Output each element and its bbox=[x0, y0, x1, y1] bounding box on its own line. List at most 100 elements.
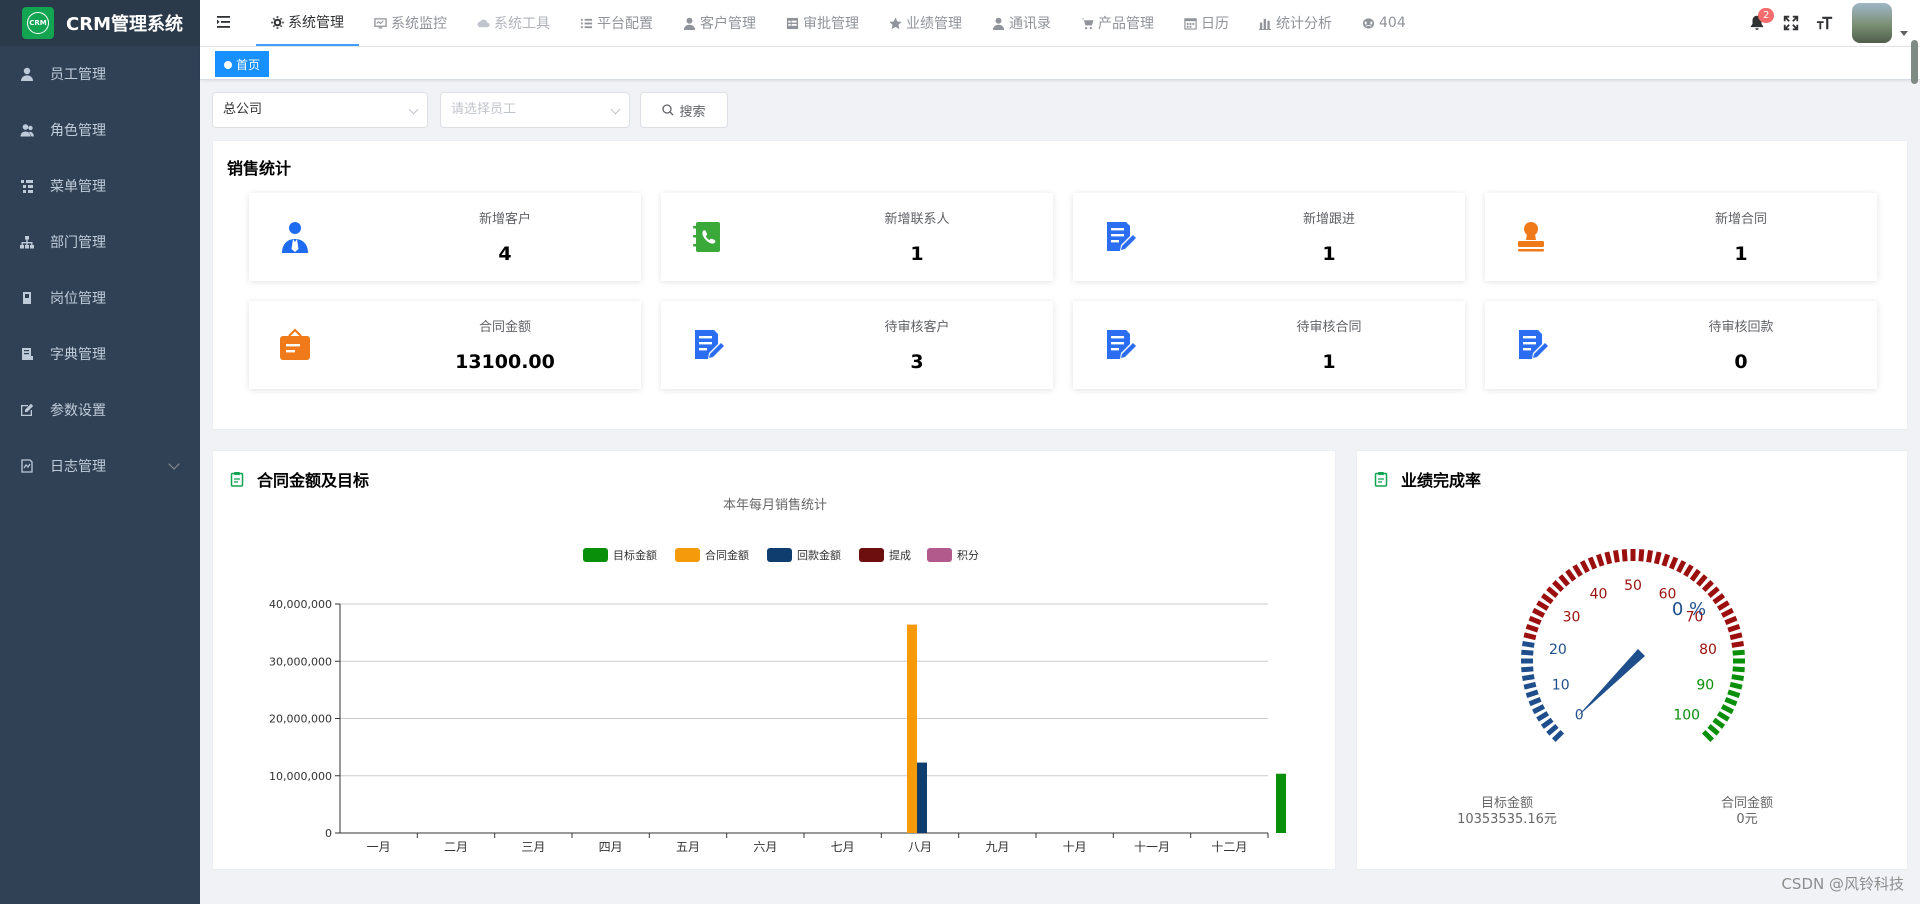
sidebar-item-2[interactable]: 菜单管理 bbox=[0, 158, 200, 214]
search-button[interactable]: 搜索 bbox=[640, 92, 728, 128]
top-tab-label: 404 bbox=[1379, 15, 1406, 31]
x-tick-label: 八月 bbox=[908, 840, 932, 854]
stat-card: 新增跟进 1 bbox=[1073, 193, 1465, 281]
gauge-tick-label: 30 bbox=[1563, 609, 1581, 625]
sidebar-item-label: 字典管理 bbox=[50, 347, 106, 363]
top-tab-label: 产品管理 bbox=[1098, 16, 1154, 32]
top-tab-3[interactable]: 平台配置 bbox=[565, 0, 668, 46]
performance-card: 业绩完成率 0 10 20 30 40 50 60 70 80 90 100 0 % 目标金额 103… bbox=[1356, 450, 1908, 870]
top-tab-2[interactable]: 系统工具 bbox=[462, 0, 565, 46]
top-tab-6[interactable]: 业绩管理 bbox=[874, 0, 977, 46]
y-tick-label: 0 bbox=[325, 827, 332, 840]
top-tab-11[interactable]: 404 bbox=[1347, 0, 1421, 46]
stat-value: 3 bbox=[910, 351, 924, 373]
gauge-tick bbox=[1676, 560, 1687, 574]
user-icon bbox=[21, 67, 33, 81]
404-icon bbox=[1362, 17, 1375, 29]
legend-label: 积分 bbox=[957, 549, 979, 562]
top-menu: 系统管理 系统监控 系统工具 平台配置 客户管理 审批管理 业绩管理 通讯录 产品管理 日历 统计分… bbox=[256, 0, 1421, 46]
x-tick-label: 七月 bbox=[831, 840, 855, 854]
tree-table-icon bbox=[21, 180, 33, 193]
tag-home[interactable]: 首页 bbox=[215, 51, 270, 77]
star-icon bbox=[889, 16, 902, 29]
x-tick-label: 九月 bbox=[985, 840, 1009, 854]
app-logo[interactable]: CRM CRM管理系统 bbox=[0, 0, 200, 46]
top-tab-7[interactable]: 通讯录 bbox=[977, 0, 1066, 46]
company-select[interactable]: 总公司 bbox=[212, 92, 428, 128]
stat-value: 1 bbox=[910, 243, 924, 265]
contract-amount-value: 0元 bbox=[1736, 812, 1758, 827]
sidebar-item-7[interactable]: 日志管理 bbox=[0, 438, 200, 494]
fullscreen-button[interactable] bbox=[1774, 0, 1808, 46]
top-tab-label: 通讯录 bbox=[1009, 16, 1051, 32]
top-tab-5[interactable]: 审批管理 bbox=[771, 0, 874, 46]
page-scrollbar[interactable] bbox=[1911, 40, 1918, 84]
gauge-tick bbox=[1546, 724, 1559, 736]
employee-select[interactable]: 请选择员工 bbox=[440, 92, 630, 128]
gauge-tick bbox=[1525, 624, 1539, 633]
stat-card: 待审核客户 3 bbox=[661, 301, 1053, 389]
gauge-needle bbox=[1576, 648, 1646, 718]
stat-card: 新增合同 1 bbox=[1485, 193, 1877, 281]
text-size-icon bbox=[1816, 16, 1833, 30]
stat-label: 待审核回款 bbox=[1708, 320, 1774, 335]
gauge-tick bbox=[1724, 696, 1738, 707]
gauge-tick-label: 0 bbox=[1575, 708, 1584, 724]
notification-badge: 2 bbox=[1758, 8, 1775, 23]
sidebar-item-label: 日志管理 bbox=[50, 459, 106, 475]
gauge-tick bbox=[1532, 704, 1546, 715]
gauge-tick-label: 50 bbox=[1624, 578, 1642, 594]
gauge-tick bbox=[1689, 568, 1701, 582]
gauge-tick bbox=[1729, 681, 1743, 690]
x-tick-label: 五月 bbox=[676, 840, 700, 854]
sidebar-item-label: 菜单管理 bbox=[50, 179, 106, 195]
logo-text: CRM bbox=[27, 12, 49, 34]
sidebar-item-0[interactable]: 员工管理 bbox=[0, 46, 200, 102]
gauge-tick bbox=[1540, 593, 1554, 605]
gauge-tick bbox=[1732, 649, 1745, 656]
avatar-caret-icon[interactable] bbox=[1900, 30, 1908, 36]
document-edit-icon bbox=[1519, 330, 1548, 359]
gauge-tick bbox=[1521, 666, 1534, 673]
gauge-tick bbox=[1683, 564, 1694, 578]
top-tab-8[interactable]: 产品管理 bbox=[1066, 0, 1169, 46]
contract-chart-card: 合同金额及目标 本年每月销售统计 目标金额 合同金额 回款金额 提成 积分 0 10,000,… bbox=[212, 450, 1336, 870]
performance-title: 业绩完成率 bbox=[1401, 471, 1482, 490]
y-tick-label: 10,000,000 bbox=[269, 770, 332, 783]
stat-value: 4 bbox=[498, 243, 512, 265]
hamburger-icon[interactable] bbox=[216, 13, 234, 31]
gauge-tick bbox=[1701, 580, 1714, 593]
legend-swatch bbox=[675, 548, 700, 562]
gauge-tick-label: 20 bbox=[1549, 642, 1567, 658]
top-tab-1[interactable]: 系统监控 bbox=[359, 0, 462, 46]
font-size-button[interactable] bbox=[1808, 0, 1842, 46]
gauge-tick bbox=[1712, 593, 1726, 605]
sidebar-item-5[interactable]: 字典管理 bbox=[0, 326, 200, 382]
top-tab-0[interactable]: 系统管理 bbox=[256, 0, 359, 46]
gauge-tick bbox=[1729, 632, 1743, 641]
gauge-tick bbox=[1727, 624, 1741, 633]
cloud-icon bbox=[477, 19, 490, 27]
sidebar-item-3[interactable]: 部门管理 bbox=[0, 214, 200, 270]
top-tab-9[interactable]: 日历 bbox=[1169, 0, 1244, 46]
notification-button[interactable]: 2 bbox=[1740, 0, 1775, 46]
edit-icon bbox=[21, 403, 34, 416]
sidebar-item-1[interactable]: 角色管理 bbox=[0, 102, 200, 158]
top-tab-10[interactable]: 统计分析 bbox=[1244, 0, 1347, 46]
employee-select-placeholder: 请选择员工 bbox=[451, 102, 517, 117]
table-icon bbox=[786, 17, 799, 29]
legend-label: 目标金额 bbox=[613, 548, 657, 562]
sidebar-item-6[interactable]: 参数设置 bbox=[0, 382, 200, 438]
stat-value: 1 bbox=[1322, 351, 1336, 373]
gauge-tick bbox=[1707, 586, 1720, 598]
stat-value: 0 bbox=[1734, 351, 1748, 373]
gauge-tick bbox=[1523, 681, 1537, 690]
completion-rate-gauge: 01020304050607080901000 % bbox=[1521, 549, 1745, 742]
user-avatar[interactable] bbox=[1852, 3, 1892, 43]
sidebar-menu: 员工管理 角色管理菜单管理部门管理 岗位管理字典管理参数设置日志管理 bbox=[0, 46, 200, 494]
gauge-tick bbox=[1525, 689, 1539, 698]
sidebar-item-4[interactable]: 岗位管理 bbox=[0, 270, 200, 326]
gauge-tick bbox=[1646, 549, 1653, 563]
top-tab-4[interactable]: 客户管理 bbox=[668, 0, 771, 46]
gauge-tick bbox=[1540, 717, 1554, 729]
